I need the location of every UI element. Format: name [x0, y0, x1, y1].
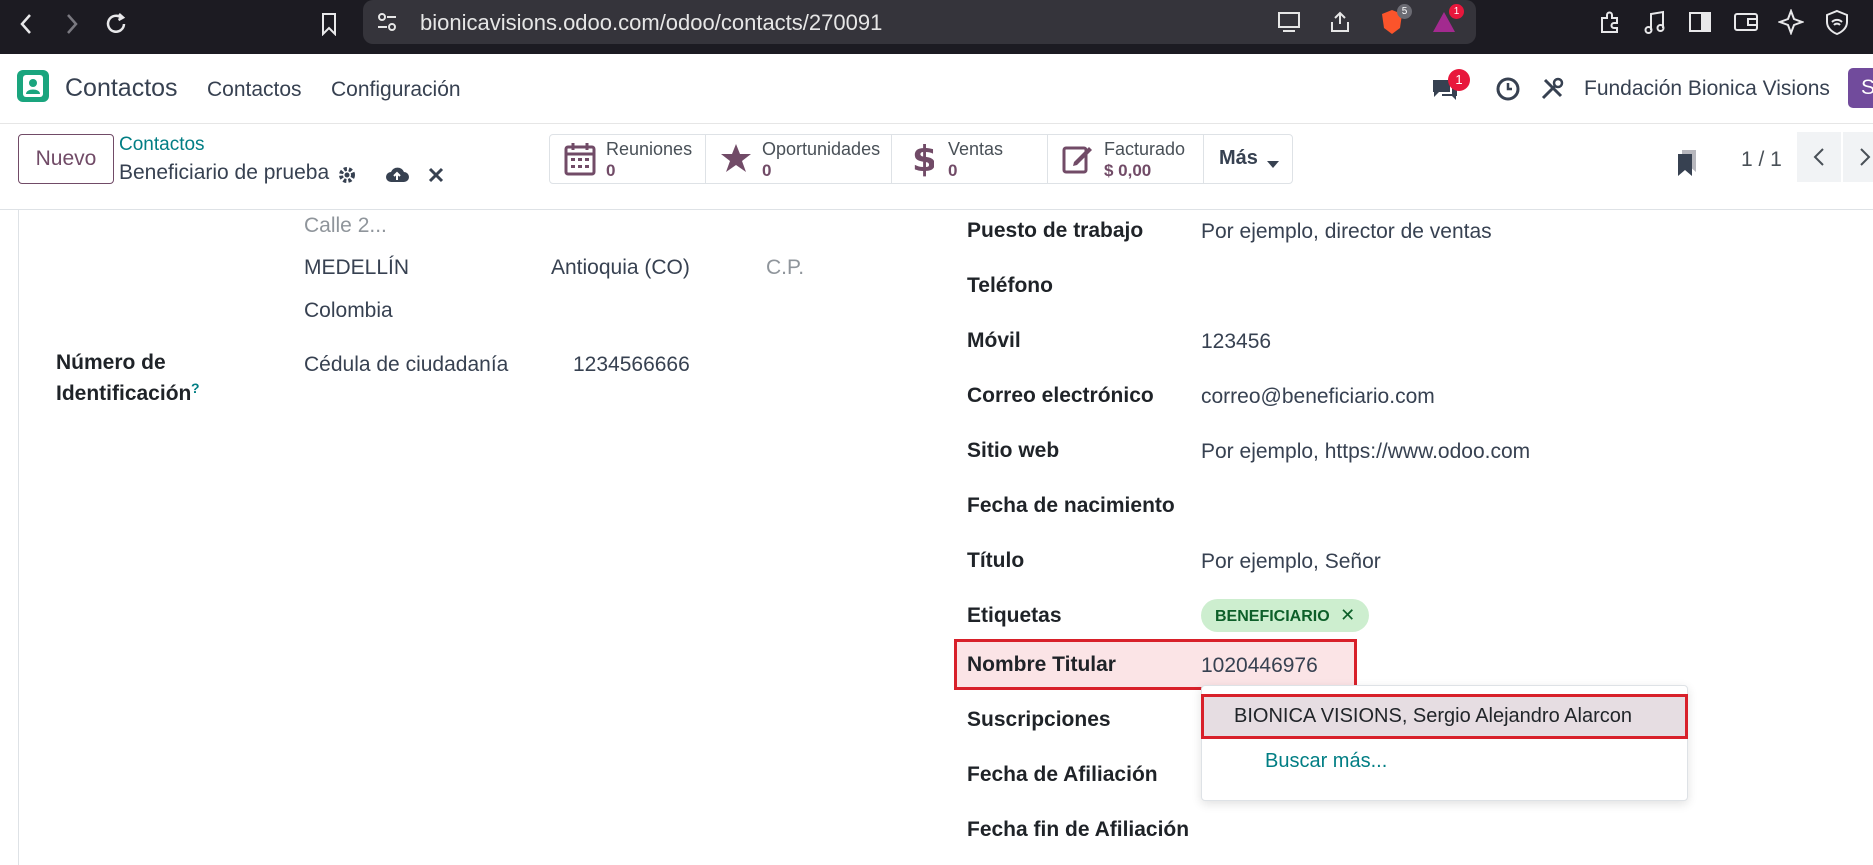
contacts-app-icon[interactable] [17, 70, 49, 102]
affiliation-date-label: Fecha de Afiliación [967, 763, 1158, 786]
url-text[interactable]: bionicavisions.odoo.com/odoo/contacts/27… [420, 10, 882, 36]
back-icon[interactable] [8, 6, 44, 42]
tags-label: Etiquetas [967, 604, 1062, 627]
tag-label: BENEFICIARIO [1215, 608, 1330, 625]
phone-input[interactable] [1201, 274, 1601, 300]
country-select[interactable]: Colombia [304, 299, 393, 323]
id-number-input[interactable]: 1234566666 [573, 353, 690, 377]
city-input[interactable]: MEDELLÍN [304, 256, 409, 280]
leo-ai-icon[interactable] [1777, 8, 1805, 40]
breadcrumb-parent[interactable]: Contactos [119, 134, 205, 156]
tag-remove-icon[interactable]: ✕ [1340, 605, 1355, 625]
help-tooltip-icon[interactable]: ? [191, 380, 200, 396]
sidebar-icon[interactable] [1688, 11, 1712, 38]
stat-label: Reuniones [606, 139, 693, 159]
autocomplete-option[interactable]: BIONICA VISIONS, Sergio Alejandro Alarco… [1201, 694, 1688, 739]
forward-icon[interactable] [54, 6, 90, 42]
smart-buttons: Reuniones 0 Oportunidades 0 $ Ventas 0 F… [549, 134, 1293, 184]
bookmark-icon[interactable] [311, 6, 347, 42]
email-input[interactable]: correo@beneficiario.com [1201, 385, 1435, 409]
install-app-icon[interactable] [1277, 11, 1303, 38]
share-icon[interactable] [1328, 10, 1352, 39]
holder-input[interactable]: 1020446976 [1201, 654, 1318, 678]
menu-contactos[interactable]: Contactos [207, 78, 302, 102]
title-label: Título [967, 549, 1025, 572]
id-type-select[interactable]: Cédula de ciudadanía [304, 353, 508, 377]
calendar-icon [564, 142, 596, 181]
stat-value: $ 0,00 [1104, 161, 1152, 180]
discard-icon[interactable] [427, 166, 445, 189]
menu-configuracion[interactable]: Configuración [331, 78, 461, 102]
subscriptions-label: Suscripciones [967, 708, 1111, 731]
id-label-line2: Identificación [56, 382, 192, 405]
pager-prev-button[interactable] [1797, 132, 1841, 182]
stat-value: 0 [762, 161, 772, 180]
pager-value[interactable]: 1 / 1 [1741, 148, 1782, 172]
stat-ventas[interactable]: $ Ventas 0 [892, 135, 1048, 183]
browser-toolbar: bionicavisions.odoo.com/odoo/contacts/27… [0, 0, 1873, 54]
stat-label: Ventas [948, 139, 1004, 159]
app-name[interactable]: Contactos [65, 74, 178, 103]
user-avatar[interactable]: S [1848, 68, 1873, 108]
star-icon [720, 142, 752, 179]
bookmarks-icon[interactable] [1676, 148, 1698, 181]
address-bar[interactable]: bionicavisions.odoo.com/odoo/contacts/27… [363, 0, 1476, 44]
form-sheet: Calle 2... MEDELLÍN Antioquia (CO) C.P. … [18, 210, 1873, 865]
stat-reuniones[interactable]: Reuniones 0 [550, 135, 706, 183]
stat-value: 0 [606, 161, 616, 180]
affiliation-end-label: Fecha fin de Afiliación [967, 818, 1190, 841]
vpn-icon[interactable] [1824, 9, 1850, 40]
debug-tools-icon[interactable] [1539, 76, 1565, 107]
dollar-icon: $ [912, 137, 937, 184]
gear-icon[interactable] [336, 164, 358, 191]
site-info-icon[interactable] [375, 10, 399, 39]
chat-badge: 1 [1448, 69, 1470, 91]
stat-oportunidades[interactable]: Oportunidades 0 [706, 135, 892, 183]
street2-input[interactable]: Calle 2... [304, 214, 387, 238]
stat-label: Oportunidades [762, 139, 881, 159]
stat-value: 0 [948, 161, 958, 180]
search-more-link[interactable]: Buscar más... [1265, 750, 1387, 773]
job-label: Puesto de trabajo [967, 219, 1144, 242]
phone-label: Teléfono [967, 274, 1053, 297]
more-button[interactable]: Más [1204, 135, 1292, 183]
reload-icon[interactable] [98, 6, 134, 42]
company-name[interactable]: Fundación Bionica Visions [1584, 77, 1830, 101]
record-name: Beneficiario de prueba [119, 161, 330, 184]
wallet-icon[interactable] [1733, 11, 1759, 38]
state-select[interactable]: Antioquia (CO) [551, 256, 690, 280]
mobile-input[interactable]: 123456 [1201, 330, 1271, 354]
odoo-navbar: Contactos Contactos Configuración 1 Fund… [0, 54, 1873, 124]
caret-down-icon [1267, 156, 1279, 174]
cloud-save-icon[interactable] [384, 164, 410, 191]
website-input[interactable]: Por ejemplo, https://www.odoo.com [1201, 440, 1530, 464]
birthdate-input[interactable] [1201, 494, 1601, 520]
shields-badge: 5 [1397, 4, 1412, 19]
id-label-line1: Número de [56, 351, 166, 374]
mobile-label: Móvil [967, 329, 1021, 352]
svg-text:$: $ [912, 139, 934, 179]
stat-facturado[interactable]: Facturado $ 0,00 [1048, 135, 1204, 183]
zip-input[interactable]: C.P. [766, 256, 804, 280]
title-select[interactable]: Por ejemplo, Señor [1201, 550, 1381, 574]
extensions-icon[interactable] [1597, 10, 1623, 41]
holder-label: Nombre Titular [967, 653, 1116, 676]
activity-clock-icon[interactable] [1495, 76, 1521, 107]
website-label: Sitio web [967, 439, 1060, 462]
birthdate-label: Fecha de nacimiento [967, 494, 1175, 517]
email-label: Correo electrónico [967, 384, 1154, 407]
tag-beneficiario: BENEFICIARIO ✕ [1201, 599, 1370, 632]
more-label: Más [1219, 147, 1258, 169]
control-panel: Nuevo Contactos Beneficiario de prueba R… [0, 124, 1873, 210]
new-button[interactable]: Nuevo [18, 134, 114, 184]
media-icon[interactable] [1643, 10, 1667, 41]
stat-label: Facturado [1104, 139, 1186, 159]
job-input[interactable]: Por ejemplo, director de ventas [1201, 220, 1492, 244]
edit-icon [1062, 142, 1094, 179]
rewards-badge: 1 [1449, 4, 1464, 19]
pager-next-button[interactable] [1843, 132, 1873, 182]
